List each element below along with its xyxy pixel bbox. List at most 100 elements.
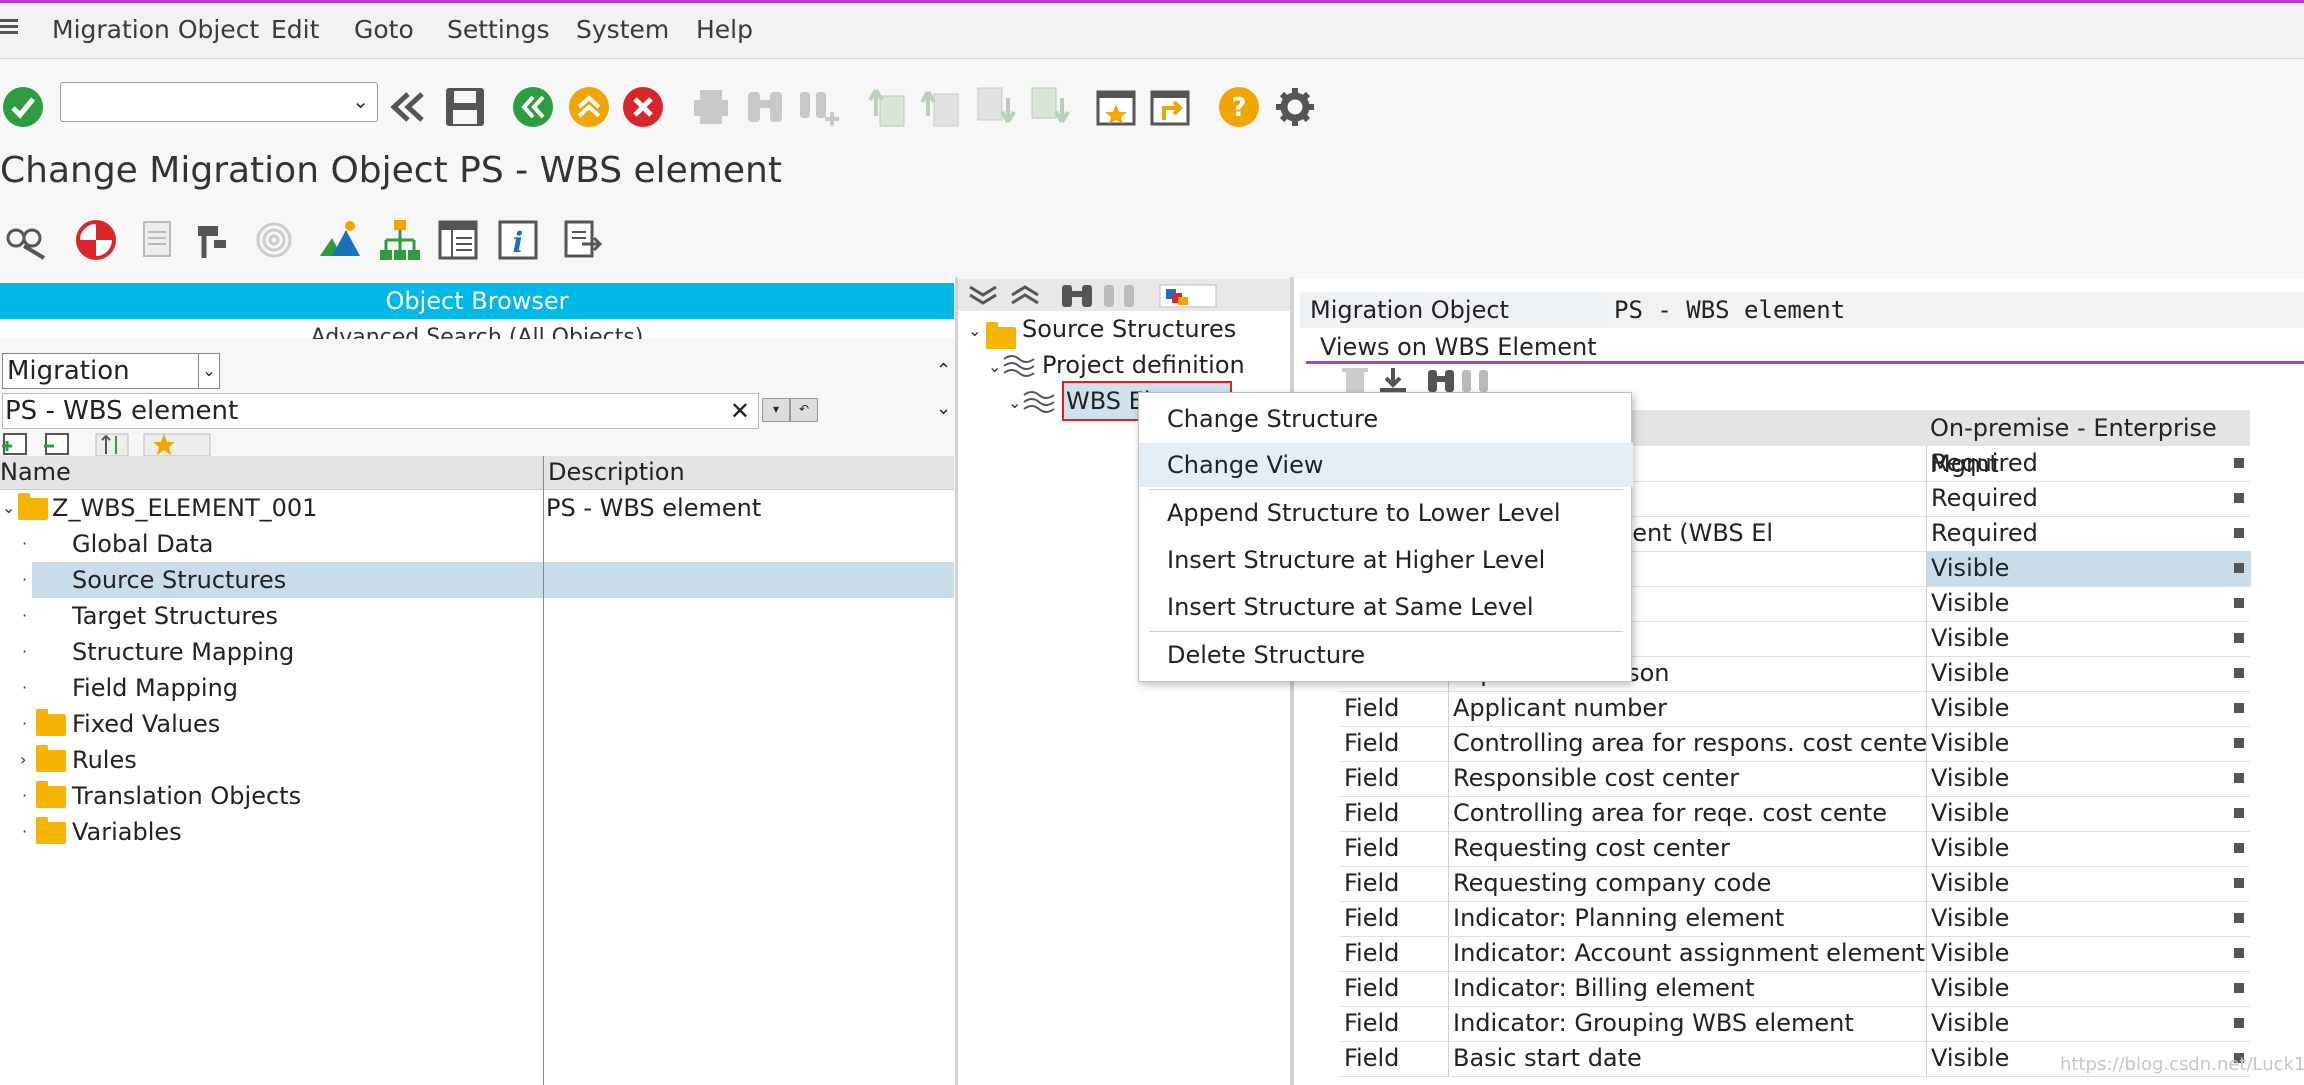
tree-node-fixed-values[interactable]: · Fixed Values: [0, 706, 954, 742]
object-search-input[interactable]: PS - WBS element ✕: [2, 393, 759, 429]
value-help-icon[interactable]: [2234, 878, 2244, 888]
row-visibility[interactable]: Visible: [1926, 936, 2251, 971]
tree-node-target-structures[interactable]: · Target Structures: [0, 598, 954, 634]
tree-node-structure-mapping[interactable]: · Structure Mapping: [0, 634, 954, 670]
grid-row[interactable]: Field Controlling area for reqe. cost cen…: [1340, 796, 2250, 832]
chevron-down-icon[interactable]: ⌄: [352, 89, 369, 113]
row-visibility[interactable]: Visible: [1926, 796, 2251, 831]
menu-item-insert-higher[interactable]: Insert Structure at Higher Level: [1139, 538, 1633, 582]
tree-node-global-data[interactable]: · Global Data: [0, 526, 954, 562]
value-help-icon[interactable]: [2234, 703, 2244, 713]
grid-row[interactable]: Field Requesting company code Visible: [1340, 866, 2250, 902]
scroll-down-icon[interactable]: ⌄: [936, 398, 951, 419]
collapse-icon[interactable]: ⌄: [968, 321, 981, 340]
value-help-icon[interactable]: [2234, 1018, 2244, 1028]
check-icon[interactable]: [74, 218, 118, 262]
grid-row[interactable]: Field Controlling area for respons. cost …: [1340, 726, 2250, 762]
row-visibility[interactable]: Visible: [1926, 656, 2251, 691]
row-visibility[interactable]: Visible: [1926, 726, 2251, 761]
where-used-icon[interactable]: [190, 218, 234, 262]
shortcut-icon[interactable]: [1150, 86, 1192, 128]
menu-migration-object[interactable]: Migration Object: [52, 15, 259, 44]
tree-node-source-structures[interactable]: Source Structures: [32, 562, 954, 598]
value-help-icon[interactable]: [2234, 948, 2244, 958]
export-icon[interactable]: [562, 218, 606, 262]
advanced-search-tab[interactable]: Advanced Search (All Objects): [0, 319, 954, 339]
grid-row[interactable]: Field Indicator: Planning element Visible: [1340, 901, 2250, 937]
row-visibility[interactable]: Visible: [1926, 831, 2251, 866]
find-icon[interactable]: [1426, 366, 1456, 394]
row-visibility[interactable]: Visible: [1926, 761, 2251, 796]
mountain-icon[interactable]: [318, 218, 362, 262]
menu-goto[interactable]: Goto: [354, 15, 414, 44]
tree-node-rules[interactable]: › Rules: [0, 742, 954, 778]
value-help-icon[interactable]: [2234, 843, 2244, 853]
menu-icon[interactable]: [0, 13, 30, 43]
collapse-icon[interactable]: ⌄: [2, 490, 15, 526]
value-help-icon[interactable]: [2234, 493, 2244, 503]
tree-node-project-definition[interactable]: Project definition: [1042, 347, 1245, 383]
help-icon[interactable]: ?: [1218, 86, 1260, 128]
column-name-header[interactable]: Name: [0, 458, 71, 486]
clear-icon[interactable]: ✕: [730, 394, 750, 428]
value-help-icon[interactable]: [2234, 913, 2244, 923]
grid-row[interactable]: Field Responsible cost center Visible: [1340, 761, 2250, 797]
layout-icon[interactable]: [436, 218, 480, 262]
value-help-icon[interactable]: [2234, 983, 2244, 993]
row-visibility[interactable]: Visible: [1926, 866, 2251, 901]
menu-item-append-lower[interactable]: Append Structure to Lower Level: [1139, 491, 1633, 535]
exit-icon[interactable]: [568, 86, 610, 128]
menu-item-delete-structure[interactable]: Delete Structure: [1139, 633, 1633, 677]
menu-item-insert-same[interactable]: Insert Structure at Same Level: [1139, 585, 1633, 629]
tree-node-source-structures[interactable]: Source Structures: [1022, 311, 1236, 347]
row-visibility[interactable]: Visible: [1926, 971, 2251, 1006]
row-visibility[interactable]: Visible: [1926, 1006, 2251, 1041]
settings-gear-icon[interactable]: [1274, 86, 1316, 128]
find-icon[interactable]: [1060, 281, 1094, 309]
info-icon[interactable]: i: [496, 218, 540, 262]
layout-dropdown-icon[interactable]: [1158, 283, 1218, 309]
column-description-header[interactable]: Description: [548, 458, 685, 486]
value-help-icon[interactable]: [2234, 668, 2244, 678]
menu-item-change-view[interactable]: Change View: [1139, 443, 1633, 487]
cancel-icon[interactable]: [622, 86, 664, 128]
collapse-all-icon[interactable]: [42, 432, 70, 456]
row-visibility[interactable]: Visible: [1926, 691, 2251, 726]
tree-node-translation-objects[interactable]: · Translation Objects: [0, 778, 954, 814]
row-visibility[interactable]: Required: [1926, 516, 2251, 551]
back-icon[interactable]: [512, 86, 554, 128]
save-icon[interactable]: [444, 86, 486, 128]
row-visibility[interactable]: Visible: [1926, 551, 2251, 586]
value-help-icon[interactable]: [2234, 598, 2244, 608]
favorites-icon[interactable]: [142, 432, 212, 456]
collapse-icon[interactable]: ⌄: [1008, 393, 1021, 412]
row-visibility[interactable]: Visible: [1926, 901, 2251, 936]
search-dropdown-icon[interactable]: ▾: [762, 398, 790, 422]
value-help-icon[interactable]: [2234, 633, 2244, 643]
menu-system[interactable]: System: [576, 15, 669, 44]
new-session-icon[interactable]: [1096, 86, 1138, 128]
grid-row[interactable]: Field Requesting cost center Visible: [1340, 831, 2250, 867]
chevron-down-icon[interactable]: ⌄: [198, 354, 219, 388]
enter-icon[interactable]: [2, 86, 44, 128]
menu-item-change-structure[interactable]: Change Structure: [1139, 397, 1633, 441]
value-help-icon[interactable]: [2234, 528, 2244, 538]
value-help-icon[interactable]: [2234, 458, 2244, 468]
menu-help[interactable]: Help: [696, 15, 753, 44]
menu-edit[interactable]: Edit: [271, 15, 319, 44]
grid-row[interactable]: Field Indicator: Billing element Visible: [1340, 971, 2250, 1007]
row-visibility[interactable]: Required: [1926, 446, 2251, 481]
row-visibility[interactable]: Visible: [1926, 586, 2251, 621]
collapse-icon[interactable]: ⌄: [988, 357, 1001, 376]
back-history-icon[interactable]: [388, 86, 430, 128]
tree-node-field-mapping[interactable]: · Field Mapping: [0, 670, 954, 706]
command-field[interactable]: ⌄: [60, 82, 378, 122]
value-help-icon[interactable]: [2234, 563, 2244, 573]
display-change-icon[interactable]: [4, 218, 48, 262]
grid-row[interactable]: Field Indicator: Grouping WBS element Visi…: [1340, 1006, 2250, 1042]
hierarchy-icon[interactable]: [378, 218, 422, 262]
row-visibility[interactable]: Visible: [1926, 621, 2251, 656]
download-icon[interactable]: [1378, 366, 1408, 394]
sort-icon[interactable]: [94, 432, 130, 456]
value-help-icon[interactable]: [2234, 773, 2244, 783]
